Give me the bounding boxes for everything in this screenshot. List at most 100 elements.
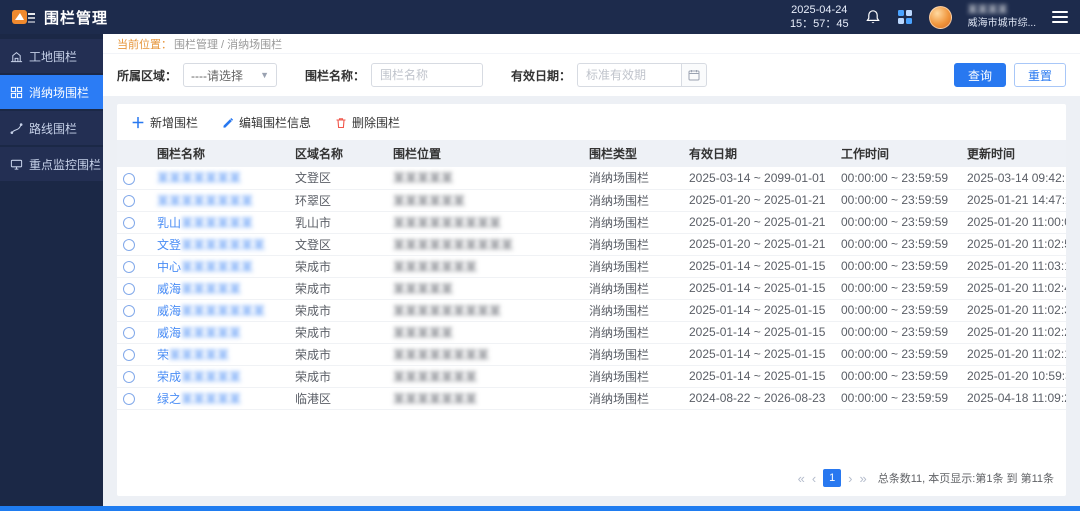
- chevron-down-icon: ▼: [260, 70, 269, 80]
- updated-time-cell: 2025-03-14 09:42:16: [961, 167, 1066, 189]
- fence-name-cell: 荣成某某某某某: [151, 365, 289, 387]
- add-fence-button[interactable]: ＋ 新增围栏: [131, 114, 198, 131]
- location-cell: 某某某某某: [387, 277, 583, 299]
- app-logo-icon: [12, 8, 36, 26]
- fence-name-cell: 乳山某某某某某某: [151, 211, 289, 233]
- fence-name-input[interactable]: [371, 63, 483, 87]
- table-row[interactable]: 绿之某某某某某临港区某某某某某某某消纳场围栏2024-08-22 ~ 2026-…: [117, 387, 1066, 409]
- table-row[interactable]: 威海某某某某某荣成市某某某某某消纳场围栏2025-01-14 ~ 2025-01…: [117, 321, 1066, 343]
- fence-name-link[interactable]: 某某某某某某某: [157, 171, 241, 185]
- row-radio[interactable]: [123, 393, 135, 405]
- row-radio[interactable]: [123, 239, 135, 251]
- row-radio[interactable]: [123, 327, 135, 339]
- region-cell: 荣成市: [289, 299, 387, 321]
- sidebar: 工地围栏 消纳场围栏 路线围栏 重点监控围栏: [0, 34, 103, 506]
- date-text: 2025-04-24: [790, 3, 849, 17]
- valid-date-group: [577, 63, 707, 87]
- calendar-icon[interactable]: [681, 63, 707, 87]
- fence-name-link[interactable]: 荣成某某某某某: [157, 370, 241, 384]
- search-button[interactable]: 查询: [954, 63, 1006, 87]
- column-header-type: 围栏类型: [583, 140, 683, 167]
- row-radio[interactable]: [123, 195, 135, 207]
- row-radio[interactable]: [123, 305, 135, 317]
- fence-name-link[interactable]: 荣某某某某某: [157, 348, 229, 362]
- sidebar-item-key-monitor-fence[interactable]: 重点监控围栏: [0, 147, 103, 181]
- row-select-cell: [117, 299, 151, 321]
- table-row[interactable]: 荣成某某某某某荣成市某某某某某某某消纳场围栏2025-01-14 ~ 2025-…: [117, 365, 1066, 387]
- content-background: ＋ 新增围栏 编辑围栏信息 删除围栏: [103, 96, 1080, 506]
- row-radio[interactable]: [123, 217, 135, 229]
- apps-grid-icon[interactable]: [897, 9, 913, 25]
- delete-fence-label: 删除围栏: [352, 114, 400, 131]
- current-page-button[interactable]: 1: [823, 469, 841, 487]
- region-cell: 临港区: [289, 387, 387, 409]
- fence-name-link[interactable]: 绿之某某某某某: [157, 392, 241, 406]
- disposal-fence-icon: [10, 86, 23, 99]
- valid-date-cell: 2025-01-20 ~ 2025-01-21: [683, 189, 835, 211]
- column-header-location: 围栏位置: [387, 140, 583, 167]
- table-row[interactable]: 威海某某某某某某某荣成市某某某某某某某某某消纳场围栏2025-01-14 ~ 2…: [117, 299, 1066, 321]
- valid-date-cell: 2025-01-14 ~ 2025-01-15: [683, 299, 835, 321]
- menu-hamburger-icon[interactable]: [1052, 11, 1068, 23]
- table-row[interactable]: 中心某某某某某某荣成市某某某某某某某消纳场围栏2025-01-14 ~ 2025…: [117, 255, 1066, 277]
- table-row[interactable]: 文登某某某某某某某文登区某某某某某某某某某某消纳场围栏2025-01-20 ~ …: [117, 233, 1066, 255]
- table-row[interactable]: 乳山某某某某某某乳山市某某某某某某某某某消纳场围栏2025-01-20 ~ 20…: [117, 211, 1066, 233]
- table-row[interactable]: 威海某某某某某荣成市某某某某某消纳场围栏2025-01-14 ~ 2025-01…: [117, 277, 1066, 299]
- sidebar-item-site-fence[interactable]: 工地围栏: [0, 39, 103, 73]
- region-cell: 荣成市: [289, 343, 387, 365]
- fence-name-link[interactable]: 某某某某某某某某: [157, 194, 253, 208]
- row-select-cell: [117, 365, 151, 387]
- table-row[interactable]: 某某某某某某某文登区某某某某某消纳场围栏2025-03-14 ~ 2099-01…: [117, 167, 1066, 189]
- work-time-cell: 00:00:00 ~ 23:59:59: [835, 233, 961, 255]
- type-cell: 消纳场围栏: [583, 365, 683, 387]
- fence-name-filter-label: 围栏名称：: [305, 67, 365, 84]
- row-radio[interactable]: [123, 173, 135, 185]
- fence-name-cell: 威海某某某某某: [151, 321, 289, 343]
- notification-bell-icon[interactable]: [865, 9, 881, 25]
- trash-icon: [335, 117, 347, 129]
- reset-button[interactable]: 重置: [1014, 63, 1066, 87]
- work-time-cell: 00:00:00 ~ 23:59:59: [835, 167, 961, 189]
- delete-fence-button[interactable]: 删除围栏: [335, 114, 400, 131]
- sidebar-item-disposal-fence[interactable]: 消纳场围栏: [0, 75, 103, 109]
- updated-time-cell: 2025-01-20 11:03:10: [961, 255, 1066, 277]
- previous-page-button[interactable]: ‹: [812, 472, 816, 485]
- row-radio[interactable]: [123, 371, 135, 383]
- sidebar-item-route-fence[interactable]: 路线围栏: [0, 111, 103, 145]
- pencil-icon: [222, 117, 234, 129]
- filter-buttons: 查询 重置: [954, 63, 1066, 87]
- fence-name-link[interactable]: 文登某某某某某某某: [157, 238, 265, 252]
- fence-name-link[interactable]: 威海某某某某某某某: [157, 304, 265, 318]
- pagination-summary: 总条数11, 本页显示:第1条 到 第11条: [878, 470, 1054, 486]
- work-time-cell: 00:00:00 ~ 23:59:59: [835, 255, 961, 277]
- edit-fence-label: 编辑围栏信息: [239, 114, 311, 131]
- table-row[interactable]: 荣某某某某某荣成市某某某某某某某某消纳场围栏2025-01-14 ~ 2025-…: [117, 343, 1066, 365]
- work-time-cell: 00:00:00 ~ 23:59:59: [835, 277, 961, 299]
- row-radio[interactable]: [123, 283, 135, 295]
- fence-name-link[interactable]: 乳山某某某某某某: [157, 216, 253, 230]
- user-avatar[interactable]: [929, 6, 952, 29]
- edit-fence-button[interactable]: 编辑围栏信息: [222, 114, 311, 131]
- valid-date-input[interactable]: [577, 63, 681, 87]
- region-cell: 荣成市: [289, 321, 387, 343]
- last-page-button[interactable]: »: [860, 472, 867, 485]
- location-cell: 某某某某某: [387, 167, 583, 189]
- first-page-button[interactable]: «: [798, 472, 805, 485]
- row-select-cell: [117, 321, 151, 343]
- region-cell: 文登区: [289, 233, 387, 255]
- region-cell: 荣成市: [289, 277, 387, 299]
- fence-name-link[interactable]: 威海某某某某某: [157, 282, 241, 296]
- next-page-button[interactable]: ›: [848, 472, 852, 485]
- fence-name-link[interactable]: 中心某某某某某某: [157, 260, 253, 274]
- type-cell: 消纳场围栏: [583, 167, 683, 189]
- updated-time-cell: 2025-04-18 11:09:22: [961, 387, 1066, 409]
- location-cell: 某某某某某某某某: [387, 343, 583, 365]
- table-row[interactable]: 某某某某某某某某环翠区某某某某某某消纳场围栏2025-01-20 ~ 2025-…: [117, 189, 1066, 211]
- row-radio[interactable]: [123, 261, 135, 273]
- region-select[interactable]: ----请选择 ▼: [183, 63, 277, 87]
- fence-name-link[interactable]: 威海某某某某某: [157, 326, 241, 340]
- site-fence-icon: [10, 50, 23, 63]
- row-radio[interactable]: [123, 349, 135, 361]
- user-info[interactable]: 某某某某 威海市城市综...: [968, 4, 1036, 31]
- plus-icon: ＋: [131, 116, 145, 130]
